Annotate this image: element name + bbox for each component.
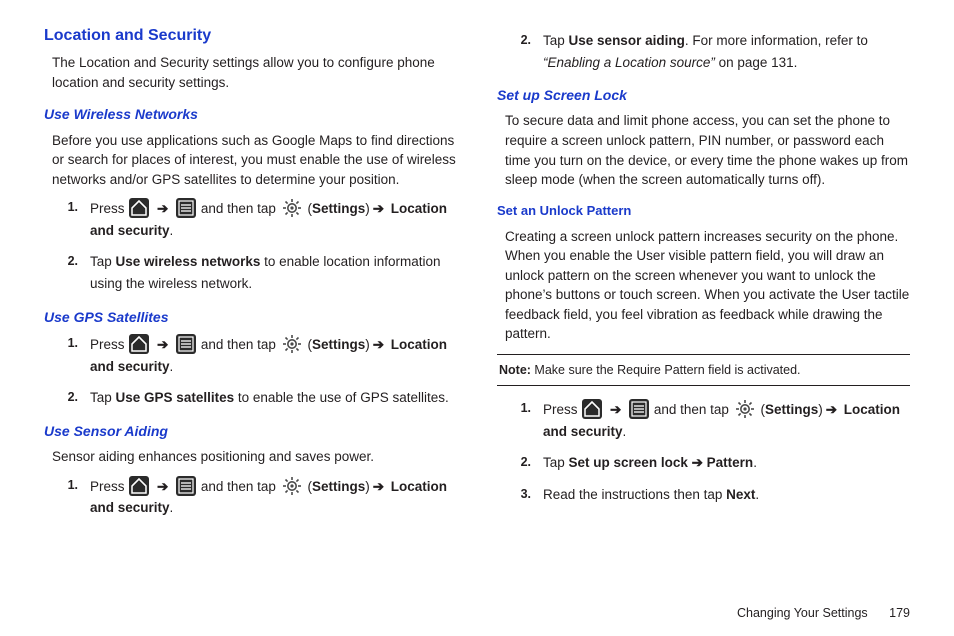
subheading-sensor: Use Sensor Aiding bbox=[44, 421, 457, 441]
note-text: Make sure the Require Pattern field is a… bbox=[531, 363, 801, 377]
steps-gps: 1. Press ➔ and then tap (Settings)➔ Loca… bbox=[44, 333, 457, 409]
arrow-icon: ➔ bbox=[157, 201, 168, 216]
step-number: 2. bbox=[64, 387, 78, 406]
gear-icon bbox=[281, 333, 303, 355]
step-body: Press ➔ and then tap (Settings)➔ Locatio… bbox=[90, 197, 457, 241]
page-columns: Location and Security The Location and S… bbox=[44, 24, 910, 529]
step-body: Tap Set up screen lock ➔ Pattern. bbox=[543, 452, 910, 474]
gear-icon bbox=[734, 398, 756, 420]
menu-icon bbox=[176, 334, 196, 354]
steps-sensor-cont: 2. Tap Use sensor aiding. For more infor… bbox=[497, 30, 910, 73]
step-body: Tap Use wireless networks to enable loca… bbox=[90, 251, 457, 294]
step-number: 1. bbox=[517, 398, 531, 417]
step-body: Press ➔ and then tap (Settings)➔ Locatio… bbox=[90, 333, 457, 377]
page-number: 179 bbox=[889, 606, 910, 620]
step-number: 1. bbox=[64, 197, 78, 216]
subheading-unlock-pattern: Set an Unlock Pattern bbox=[497, 202, 910, 221]
step-number: 1. bbox=[64, 333, 78, 352]
intro-sensor: Sensor aiding enhances positioning and s… bbox=[52, 447, 457, 467]
intro-unlock-pattern: Creating a screen unlock pattern increas… bbox=[505, 227, 910, 344]
gear-icon bbox=[281, 197, 303, 219]
step-number: 2. bbox=[64, 251, 78, 270]
subheading-screen-lock: Set up Screen Lock bbox=[497, 85, 910, 105]
heading-location-security: Location and Security bbox=[44, 24, 457, 47]
arrow-icon: ➔ bbox=[157, 479, 168, 494]
subheading-gps: Use GPS Satellites bbox=[44, 307, 457, 327]
menu-icon bbox=[176, 198, 196, 218]
arrow-icon: ➔ bbox=[157, 337, 168, 352]
step-body: Tap Use GPS satellites to enable the use… bbox=[90, 387, 457, 409]
intro-wireless: Before you use applications such as Goog… bbox=[52, 131, 457, 190]
subheading-wireless: Use Wireless Networks bbox=[44, 104, 457, 124]
step-number: 1. bbox=[64, 475, 78, 494]
left-column: Location and Security The Location and S… bbox=[44, 24, 457, 529]
right-column: 2. Tap Use sensor aiding. For more infor… bbox=[497, 24, 910, 529]
arrow-icon: ➔ bbox=[610, 402, 621, 417]
intro-screen-lock: To secure data and limit phone access, y… bbox=[505, 111, 910, 189]
step-number: 3. bbox=[517, 484, 531, 503]
step-body: Tap Use sensor aiding. For more informat… bbox=[543, 30, 910, 73]
steps-sensor: 1. Press ➔ and then tap (Settings)➔ Loca… bbox=[44, 475, 457, 519]
home-icon bbox=[129, 198, 149, 218]
footer-title: Changing Your Settings bbox=[737, 606, 868, 620]
note-block: Note: Make sure the Require Pattern fiel… bbox=[497, 354, 910, 386]
menu-icon bbox=[629, 399, 649, 419]
step-number: 2. bbox=[517, 30, 531, 49]
home-icon bbox=[582, 399, 602, 419]
page-footer: Changing Your Settings 179 bbox=[737, 604, 910, 622]
gear-icon bbox=[281, 475, 303, 497]
menu-icon bbox=[176, 476, 196, 496]
steps-unlock: 1. Press ➔ and then tap (Settings)➔ Loca… bbox=[497, 398, 910, 505]
intro-location-security: The Location and Security settings allow… bbox=[52, 53, 457, 92]
steps-wireless: 1. Press ➔ and then tap (Settings)➔ Loca… bbox=[44, 197, 457, 294]
home-icon bbox=[129, 476, 149, 496]
step-number: 2. bbox=[517, 452, 531, 471]
step-body: Read the instructions then tap Next. bbox=[543, 484, 910, 506]
home-icon bbox=[129, 334, 149, 354]
step-body: Press ➔ and then tap (Settings)➔ Locatio… bbox=[543, 398, 910, 442]
step-body: Press ➔ and then tap (Settings)➔ Locatio… bbox=[90, 475, 457, 519]
note-label: Note: bbox=[499, 363, 531, 377]
